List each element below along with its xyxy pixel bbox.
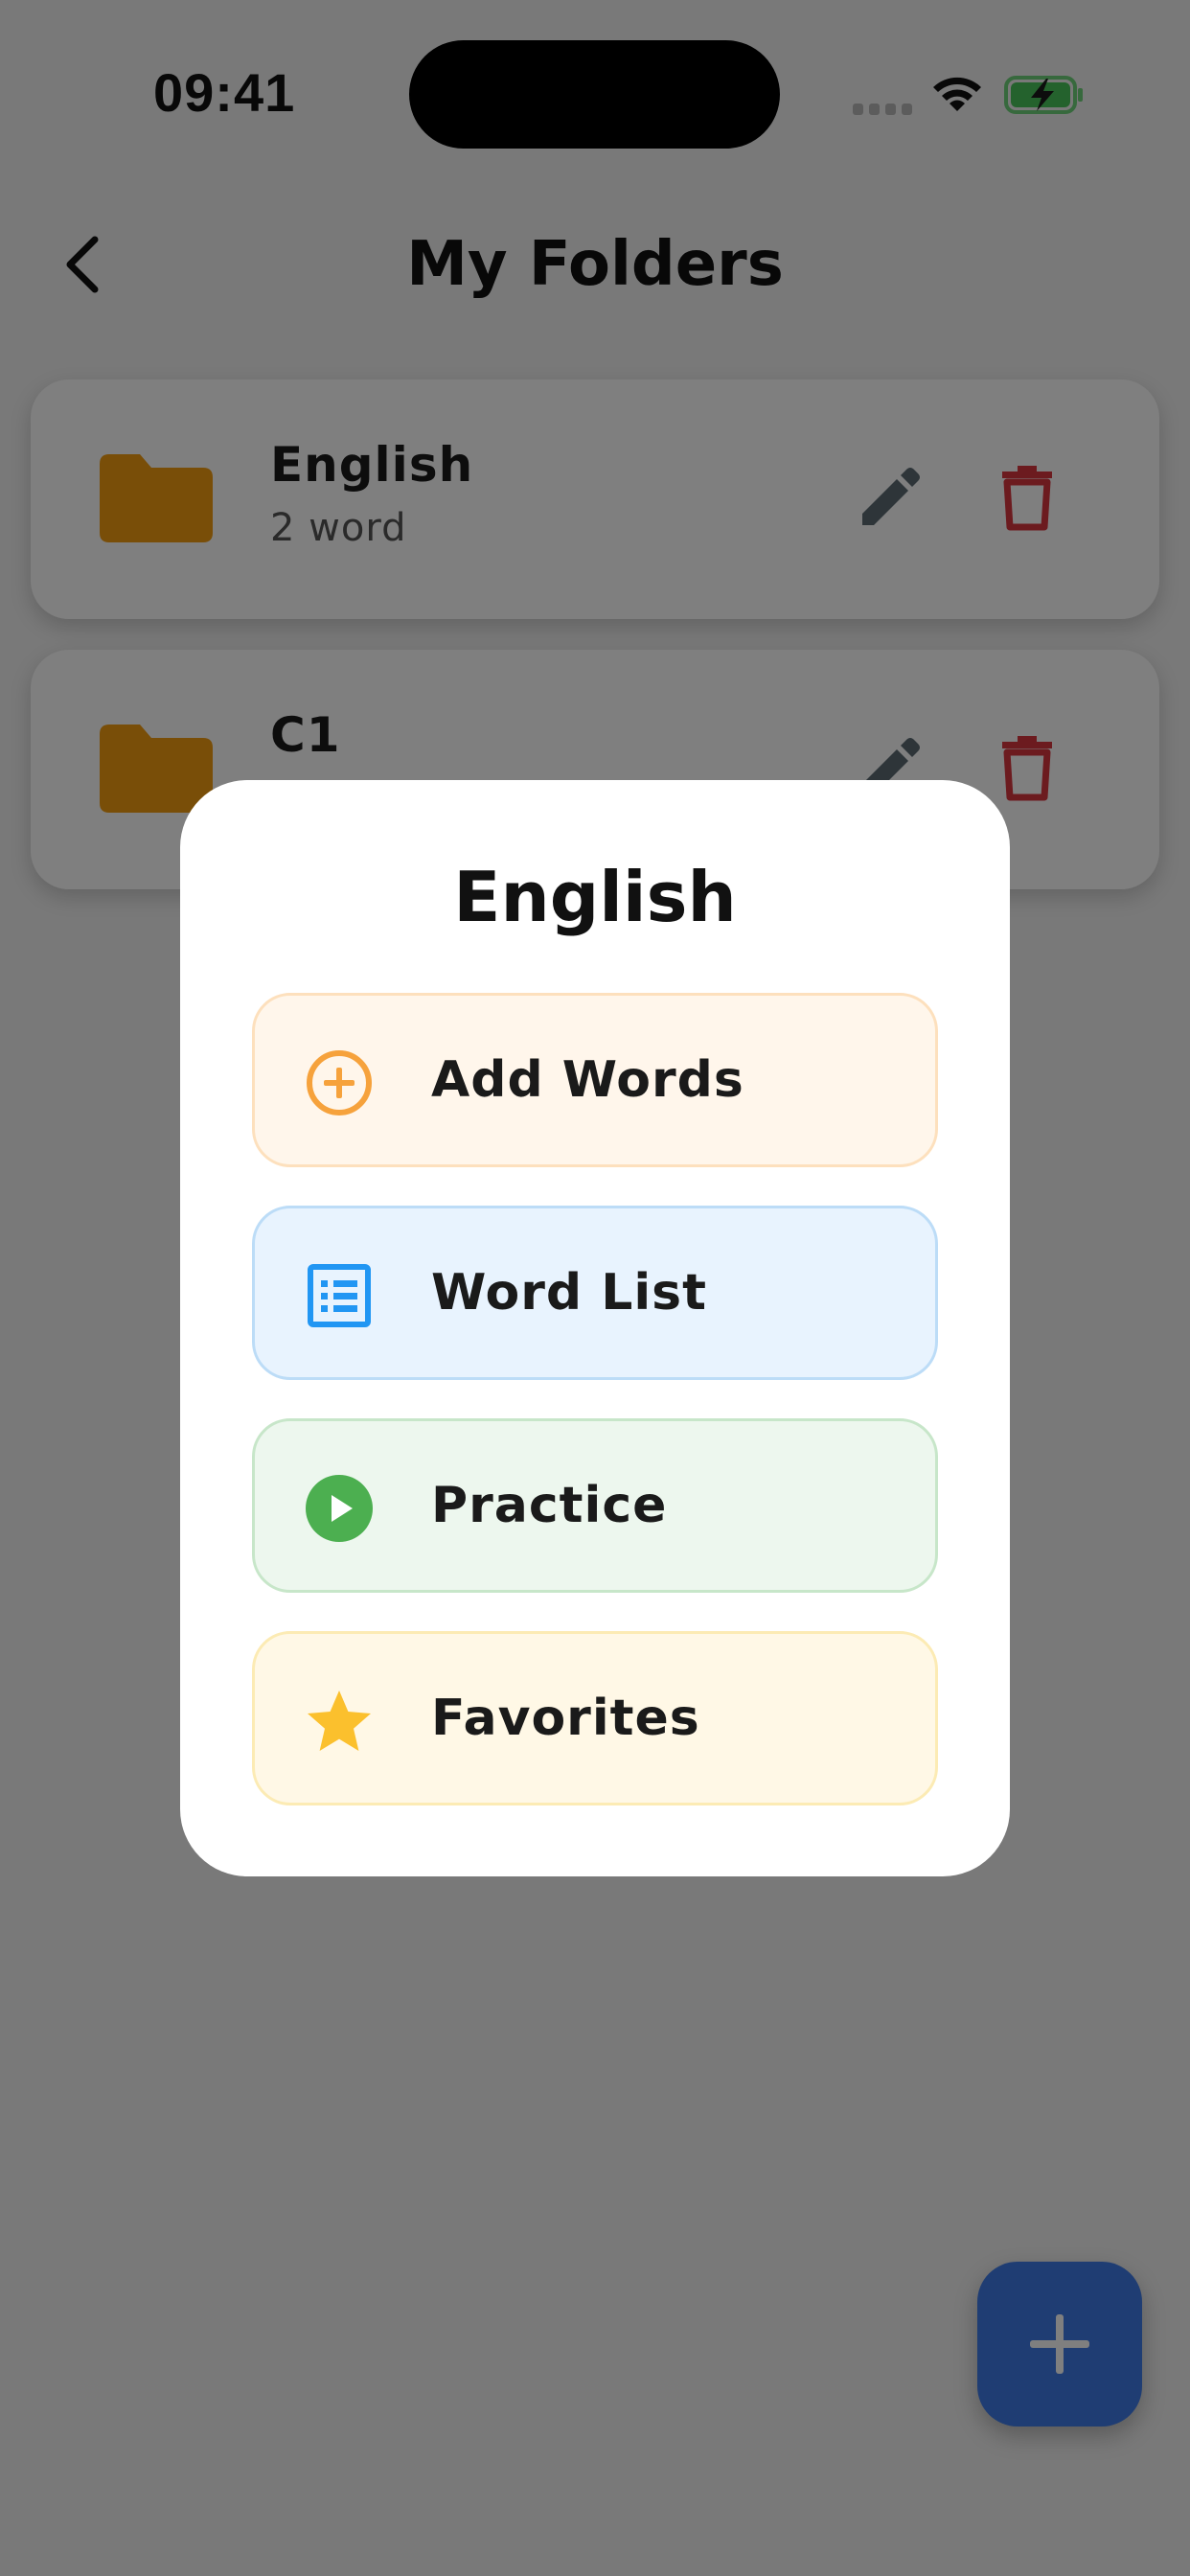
folder-options-dialog: English Add Words Word List Practice Fav… (180, 780, 1010, 1876)
play-circle-icon (306, 1475, 373, 1542)
favorites-label: Favorites (431, 1690, 700, 1747)
dialog-title: English (453, 857, 737, 937)
add-words-label: Add Words (431, 1051, 744, 1109)
practice-button[interactable]: Practice (252, 1418, 938, 1593)
add-words-button[interactable]: Add Words (252, 993, 938, 1167)
practice-label: Practice (431, 1477, 668, 1534)
word-list-button[interactable]: Word List (252, 1206, 938, 1380)
word-list-label: Word List (431, 1264, 707, 1322)
plus-circle-icon (307, 1050, 372, 1116)
favorites-button[interactable]: Favorites (252, 1631, 938, 1806)
list-icon (308, 1264, 371, 1327)
star-icon (308, 1690, 371, 1751)
